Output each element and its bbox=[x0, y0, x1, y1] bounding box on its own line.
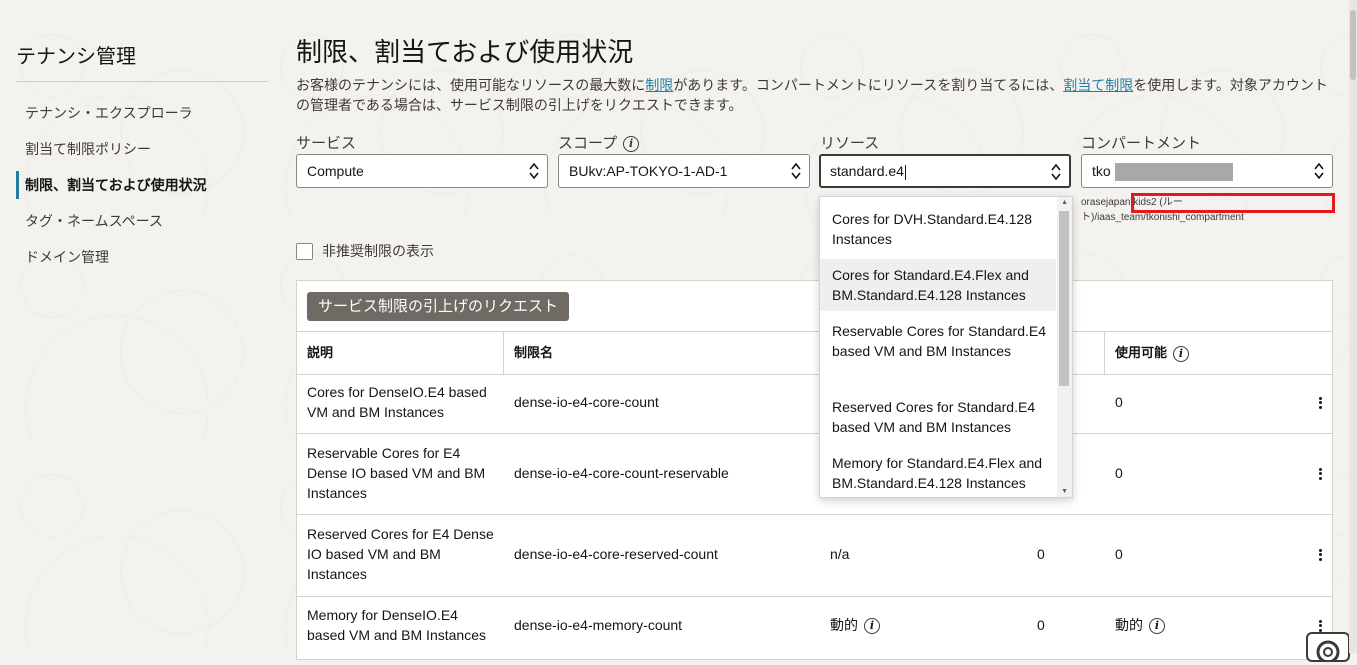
service-select[interactable]: Compute bbox=[296, 154, 548, 188]
table-header: 説明 制限名 量 使用可能i bbox=[297, 331, 1332, 375]
row-usage: 0 bbox=[1037, 546, 1045, 562]
row-available: 0 bbox=[1115, 546, 1123, 562]
redacted-block bbox=[1114, 163, 1233, 182]
scope-label: スコープ i bbox=[558, 132, 640, 153]
highlight-annotation-box bbox=[1131, 193, 1335, 213]
dropdown-option[interactable]: Cores for Standard.E4.Flex and BM.Standa… bbox=[820, 259, 1056, 311]
page-scrollbar[interactable] bbox=[1349, 0, 1357, 653]
page-scrollbar-thumb[interactable] bbox=[1350, 10, 1356, 80]
header-limit-name[interactable]: 制限名 bbox=[514, 332, 553, 374]
compartment-select[interactable]: tko bbox=[1081, 154, 1333, 188]
request-limit-increase-button[interactable]: サービス制限の引上げのリクエスト bbox=[307, 292, 570, 321]
row-available: 0 bbox=[1115, 394, 1123, 410]
sidebar-item-domain-management[interactable]: ドメイン管理 bbox=[16, 243, 268, 271]
table-row: Memory for DenseIO.E4 based VM and BM In… bbox=[297, 597, 1332, 657]
table-row: Reservable Cores for E4 Dense IO based V… bbox=[297, 434, 1332, 515]
row-limit-value: n/a bbox=[830, 546, 850, 562]
row-limit-name: dense-io-e4-core-count-reservable bbox=[514, 465, 729, 481]
quota-policies-link[interactable]: 割当て制限 bbox=[1063, 77, 1133, 93]
updown-chevron-icon bbox=[1314, 162, 1324, 180]
updown-chevron-icon bbox=[1051, 163, 1061, 181]
sidebar-item-tag-namespaces[interactable]: タグ・ネームスペース bbox=[16, 207, 268, 235]
page-title: 制限、割当ておよび使用状況 bbox=[296, 37, 634, 67]
row-limit-name: dense-io-e4-core-reserved-count bbox=[514, 546, 718, 562]
row-limit-name: dense-io-e4-memory-count bbox=[514, 617, 683, 633]
lifebuoy-icon bbox=[1316, 640, 1340, 664]
dropdown-scrollbar[interactable]: ▲ ▼ bbox=[1057, 197, 1072, 497]
dropdown-option[interactable]: Reserved Cores for Standard.E4 based VM … bbox=[820, 397, 1056, 437]
intro-text-2: があります。コンパートメントにリソースを割り当てるには、 bbox=[673, 77, 1064, 93]
header-available[interactable]: 使用可能 i bbox=[1115, 332, 1190, 374]
resource-input[interactable]: standard.e4 bbox=[819, 154, 1071, 188]
sidebar-item-tenancy-explorer[interactable]: テナンシ・エクスプローラ bbox=[16, 99, 268, 127]
row-description: Reserved Cores for E4 Dense IO based VM … bbox=[307, 526, 494, 582]
scope-select[interactable]: BUkv:AP-TOKYO-1-AD-1 bbox=[558, 154, 810, 188]
header-description[interactable]: 説明 bbox=[307, 332, 333, 374]
scope-select-value: BUkv:AP-TOKYO-1-AD-1 bbox=[569, 163, 728, 179]
row-limit-name: dense-io-e4-core-count bbox=[514, 394, 659, 410]
row-actions-kebab-icon[interactable] bbox=[1319, 395, 1323, 410]
sidebar-item-quota-policies[interactable]: 割当て制限ポリシー bbox=[16, 135, 268, 163]
row-actions-kebab-icon[interactable] bbox=[1319, 466, 1323, 481]
scroll-up-arrow-icon[interactable]: ▲ bbox=[1061, 199, 1068, 206]
table-row: Cores for DenseIO.E4 based VM and BM Ins… bbox=[297, 373, 1332, 434]
row-available: 0 bbox=[1115, 465, 1123, 481]
dropdown-scrollbar-thumb[interactable] bbox=[1059, 211, 1069, 386]
show-deprecated-checkbox[interactable] bbox=[296, 243, 313, 260]
info-icon[interactable]: i bbox=[1173, 345, 1190, 362]
row-description: Memory for DenseIO.E4 based VM and BM In… bbox=[307, 607, 486, 643]
sidebar-title: テナンシ管理 bbox=[16, 46, 136, 68]
column-divider bbox=[503, 332, 504, 374]
sidebar-item-limits-quotas-usage[interactable]: 制限、割当ておよび使用状況 bbox=[16, 171, 268, 199]
resource-input-value: standard.e4 bbox=[830, 163, 904, 179]
updown-chevron-icon bbox=[791, 162, 801, 180]
resource-dropdown-list: Cores for DVH.Standard.E4.128 Instances … bbox=[819, 196, 1073, 498]
row-available: 動的 i bbox=[1115, 615, 1165, 635]
info-icon[interactable]: i bbox=[623, 136, 640, 153]
row-description: Reservable Cores for E4 Dense IO based V… bbox=[307, 445, 486, 501]
service-select-value: Compute bbox=[307, 163, 364, 179]
row-usage: 0 bbox=[1037, 617, 1045, 633]
row-actions-kebab-icon[interactable] bbox=[1319, 547, 1323, 562]
service-label: サービス bbox=[296, 135, 357, 152]
help-lifebuoy-icon[interactable] bbox=[1306, 632, 1350, 664]
sidebar-divider bbox=[16, 81, 268, 82]
dropdown-option[interactable]: Cores for DVH.Standard.E4.128 Instances bbox=[820, 209, 1056, 249]
intro-text: お客様のテナンシには、使用可能なリソースの最大数に制限があります。コンパートメン… bbox=[296, 75, 1336, 115]
info-icon[interactable]: i bbox=[864, 618, 880, 635]
updown-chevron-icon bbox=[529, 162, 539, 180]
info-icon[interactable]: i bbox=[1149, 618, 1165, 635]
row-limit-value: 動的 i bbox=[830, 615, 880, 635]
dropdown-option[interactable]: Reservable Cores for Standard.E4 based V… bbox=[820, 321, 1056, 361]
intro-text-1: お客様のテナンシには、使用可能なリソースの最大数に bbox=[296, 77, 646, 93]
show-deprecated-label: 非推奨制限の表示 bbox=[322, 243, 434, 259]
resource-label: リソース bbox=[820, 135, 880, 152]
row-description: Cores for DenseIO.E4 based VM and BM Ins… bbox=[307, 384, 487, 420]
row-actions-kebab-icon[interactable] bbox=[1319, 618, 1323, 633]
table-row: Reserved Cores for E4 Dense IO based VM … bbox=[297, 515, 1332, 597]
compartment-label: コンパートメント bbox=[1081, 135, 1202, 152]
limits-link[interactable]: 制限 bbox=[645, 77, 673, 93]
column-divider bbox=[1104, 332, 1105, 374]
text-cursor bbox=[904, 164, 906, 180]
scroll-down-arrow-icon[interactable]: ▼ bbox=[1061, 488, 1068, 495]
dropdown-option[interactable]: Memory for Standard.E4.Flex and BM.Stand… bbox=[820, 453, 1056, 493]
compartment-select-value: tko bbox=[1092, 163, 1111, 179]
